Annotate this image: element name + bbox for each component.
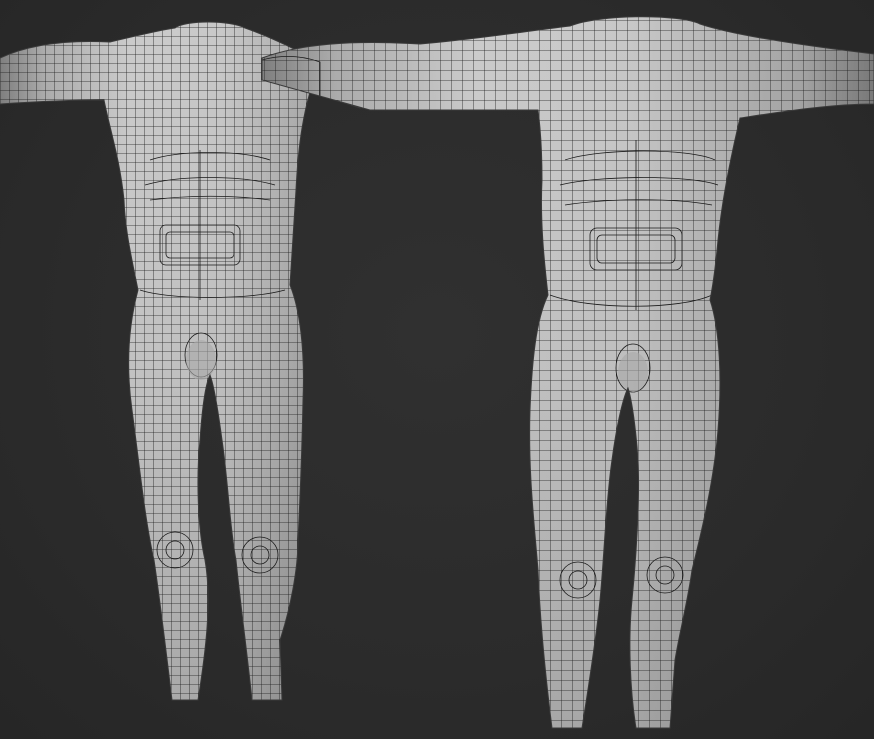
3d-viewport[interactable] (0, 0, 874, 739)
wireframe-scene (0, 0, 874, 739)
right-mesh-model[interactable] (250, 0, 874, 739)
left-mesh-model[interactable] (0, 0, 420, 739)
